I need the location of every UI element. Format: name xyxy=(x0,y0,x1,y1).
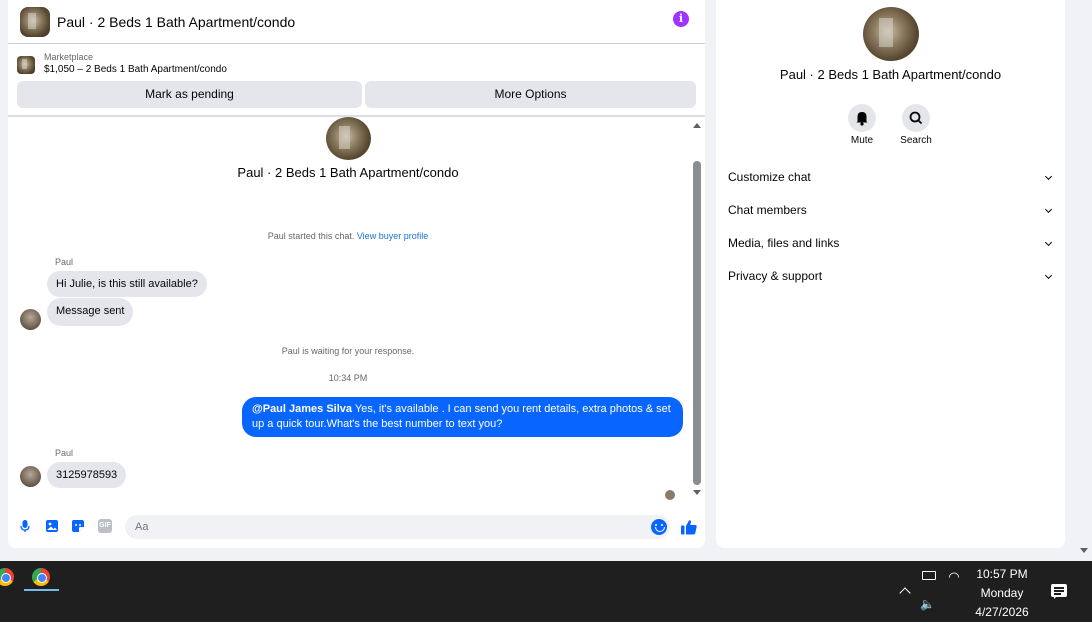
menu-chat-members[interactable]: Chat members xyxy=(728,200,1053,220)
chevron-down-icon xyxy=(1044,205,1053,214)
chat-header: Paul · 2 Beds 1 Bath Apartment/condo i xyxy=(8,0,705,44)
details-title: Paul · 2 Beds 1 Bath Apartment/condo xyxy=(779,67,1002,82)
search-button[interactable]: Search xyxy=(891,104,941,146)
battery-icon[interactable] xyxy=(922,571,936,580)
incoming-message[interactable]: Message sent xyxy=(47,298,134,326)
bell-icon xyxy=(856,112,868,126)
paul-avatar[interactable] xyxy=(20,309,41,330)
wifi-icon[interactable]: ◜◝ xyxy=(949,569,959,585)
chat-title[interactable]: Paul · 2 Beds 1 Bath Apartment/condo xyxy=(57,14,295,30)
page-scroll-down-arrow[interactable] xyxy=(1080,548,1088,553)
waiting-notice: Paul is waiting for your response. xyxy=(281,346,415,356)
mute-label: Mute xyxy=(850,135,874,146)
incoming-message[interactable]: 3125978593 xyxy=(47,462,127,488)
marketplace-label: Marketplace xyxy=(44,52,94,62)
menu-customize-chat[interactable]: Customize chat xyxy=(728,167,1053,187)
notifications-icon[interactable] xyxy=(1051,584,1067,599)
clock-day: Monday xyxy=(980,586,1024,600)
scroll-up-arrow[interactable] xyxy=(693,123,701,128)
details-panel: Paul · 2 Beds 1 Bath Apartment/condo Mut… xyxy=(716,0,1065,548)
message-timestamp: 10:34 PM xyxy=(328,373,368,383)
active-app-indicator xyxy=(24,589,59,591)
photo-icon[interactable] xyxy=(45,519,59,533)
clock-date: 4/27/2026 xyxy=(975,605,1029,619)
clock-time: 10:57 PM xyxy=(976,567,1028,581)
volume-icon[interactable]: 🔈 xyxy=(920,597,935,611)
chat-started-notice: Paul started this chat. View buyer profi… xyxy=(8,231,688,241)
seen-indicator-avatar xyxy=(665,490,675,500)
message-input[interactable] xyxy=(125,515,670,539)
listing-price-title: $1,050 – 2 Beds 1 Bath Apartment/condo xyxy=(44,64,227,75)
message-thread: Paul · 2 Beds 1 Bath Apartment/condo Pau… xyxy=(8,117,688,503)
marketplace-listing[interactable]: Marketplace $1,050 – 2 Beds 1 Bath Apart… xyxy=(17,52,227,77)
menu-label: Privacy & support xyxy=(728,269,823,283)
listing-thumbnail[interactable] xyxy=(20,6,50,37)
outgoing-message[interactable]: @Paul James Silva Yes, it's available . … xyxy=(242,397,683,437)
chat-panel: Paul · 2 Beds 1 Bath Apartment/condo i M… xyxy=(8,0,705,548)
thread-scrollbar[interactable] xyxy=(691,119,703,501)
chevron-down-icon xyxy=(1044,271,1053,280)
thumbs-up-icon[interactable] xyxy=(680,518,698,536)
thread-listing-photo xyxy=(326,117,371,160)
menu-privacy-support[interactable]: Privacy & support xyxy=(728,266,1053,286)
menu-label: Media, files and links xyxy=(728,236,840,250)
emoji-icon[interactable] xyxy=(651,519,667,535)
details-listing-photo[interactable] xyxy=(863,7,919,61)
sender-name: Paul xyxy=(55,257,74,267)
chevron-up-icon[interactable] xyxy=(899,587,911,599)
sticker-icon[interactable] xyxy=(71,519,85,533)
taskbar: ◜◝ 🔈 10:57 PM Monday 4/27/2026 xyxy=(0,561,1092,622)
scroll-thumb[interactable] xyxy=(693,161,701,485)
chevron-down-icon xyxy=(1044,238,1053,247)
microphone-icon[interactable] xyxy=(18,519,32,533)
marketplace-thumbnail xyxy=(17,55,35,74)
chat-started-text: Paul started this chat. xyxy=(267,231,355,241)
composer: GIF xyxy=(8,510,705,544)
chevron-down-icon xyxy=(1044,172,1053,181)
search-icon xyxy=(909,111,923,125)
chrome-icon[interactable] xyxy=(0,568,14,586)
sender-name: Paul xyxy=(55,448,74,458)
menu-label: Customize chat xyxy=(728,170,811,184)
thread-title: Paul · 2 Beds 1 Bath Apartment/condo xyxy=(237,165,459,180)
mute-button[interactable]: Mute xyxy=(837,104,887,146)
info-icon[interactable]: i xyxy=(673,11,689,27)
search-label: Search xyxy=(900,135,932,146)
view-buyer-profile-link[interactable]: View buyer profile xyxy=(357,231,428,241)
chrome-icon[interactable] xyxy=(32,568,50,586)
menu-media-files-links[interactable]: Media, files and links xyxy=(728,233,1053,253)
system-clock[interactable]: 10:57 PM Monday 4/27/2026 xyxy=(968,565,1036,622)
mark-as-pending-button[interactable]: Mark as pending xyxy=(17,81,362,108)
gif-icon[interactable]: GIF xyxy=(98,519,112,533)
menu-label: Chat members xyxy=(728,203,807,217)
more-options-button[interactable]: More Options xyxy=(365,81,696,108)
mention[interactable]: @Paul James Silva xyxy=(252,403,352,415)
paul-avatar[interactable] xyxy=(20,466,41,487)
incoming-message[interactable]: Hi Julie, is this still available? xyxy=(47,271,207,297)
scroll-down-arrow[interactable] xyxy=(693,490,701,495)
